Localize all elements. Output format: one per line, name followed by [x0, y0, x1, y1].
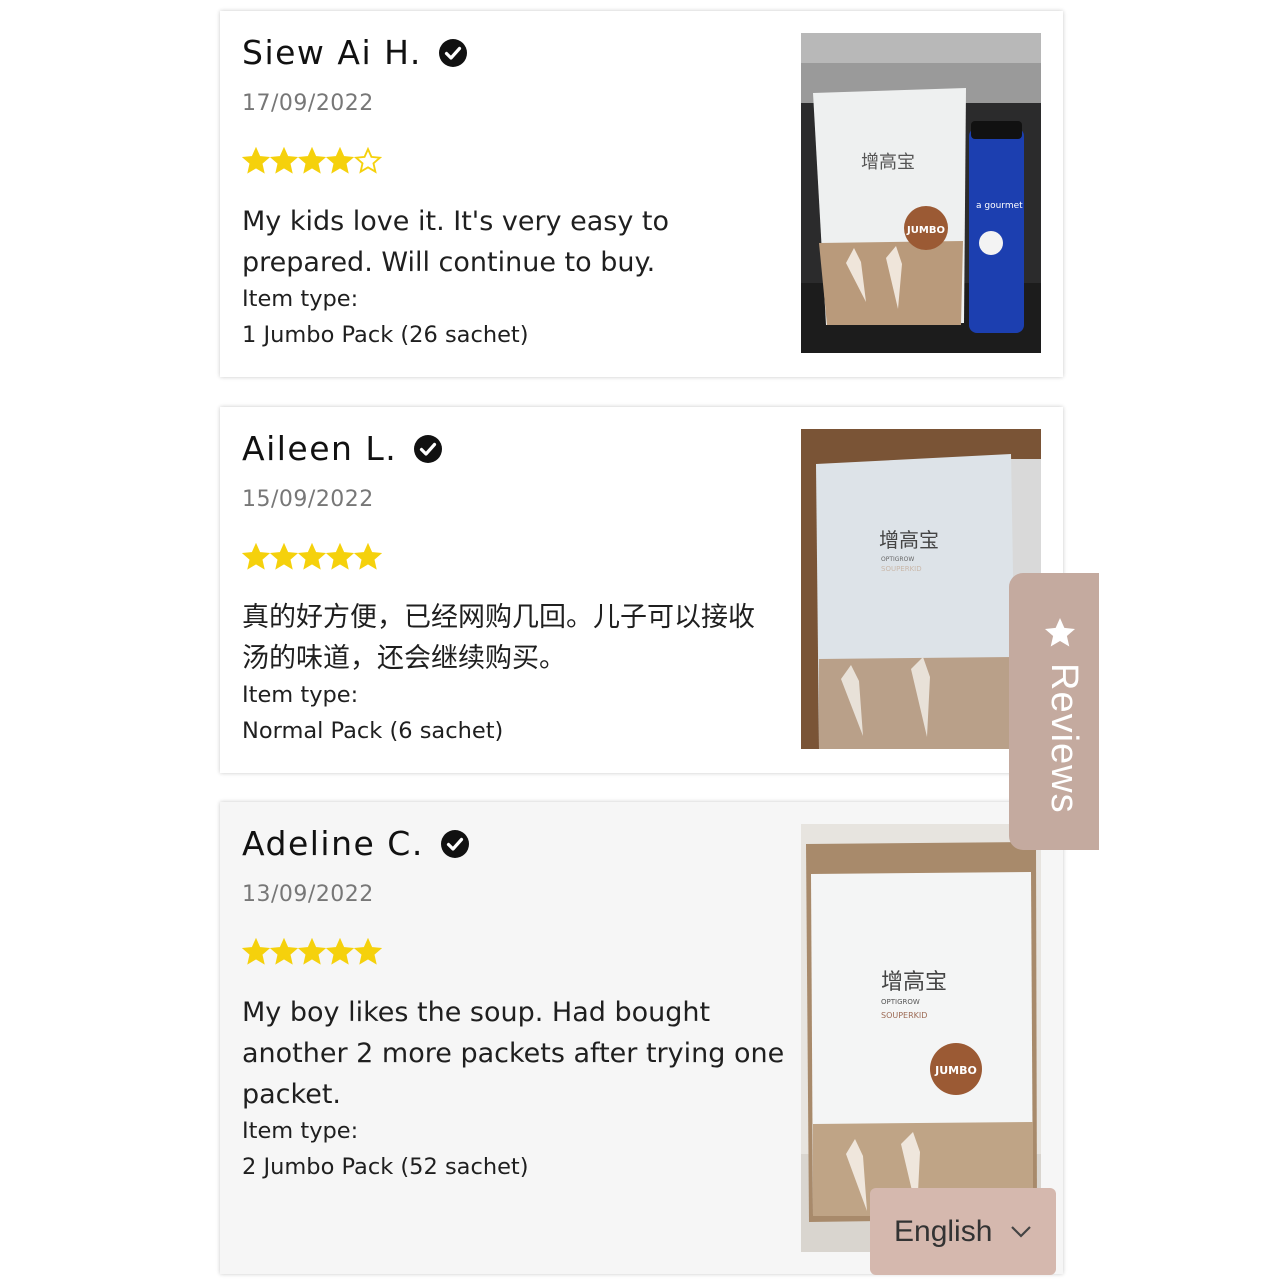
star-icon — [1045, 618, 1075, 647]
star-filled-icon — [242, 543, 270, 570]
svg-text:OPTIGROW: OPTIGROW — [881, 998, 920, 1006]
item-type-label: Item type: — [242, 682, 359, 708]
verified-check-icon — [414, 434, 443, 463]
star-filled-icon — [270, 543, 298, 570]
review-body: My boy likes the soup. Had bought anothe… — [242, 997, 785, 1110]
reviewer-name: Siew Ai H. — [242, 33, 422, 72]
rating-stars — [242, 543, 382, 571]
review-date: 15/09/2022 — [242, 487, 374, 512]
review-photo[interactable]: 增高宝 JUMBO a gourmet — [801, 33, 1041, 353]
star-filled-icon — [270, 938, 298, 965]
svg-text:OPTIGROW: OPTIGROW — [881, 556, 914, 563]
verified-check-icon — [438, 38, 467, 67]
reviews-floating-tab[interactable]: Reviews — [1009, 573, 1099, 850]
reviewer-name-row: Siew Ai H. — [242, 33, 468, 72]
review-date: 17/09/2022 — [242, 91, 374, 116]
star-filled-icon — [326, 543, 354, 570]
svg-text:SOUPERKID: SOUPERKID — [881, 1011, 927, 1020]
rating-stars — [242, 147, 382, 175]
star-empty-icon — [354, 147, 382, 174]
star-filled-icon — [270, 147, 298, 174]
star-filled-icon — [298, 938, 326, 965]
item-type-value: 2 Jumbo Pack (52 sachet) — [242, 1154, 529, 1180]
rating-stars — [242, 938, 382, 966]
svg-text:JUMBO: JUMBO — [906, 225, 945, 236]
svg-text:a gourmet: a gourmet — [976, 201, 1023, 211]
review-date: 13/09/2022 — [242, 882, 374, 907]
star-filled-icon — [298, 147, 326, 174]
item-type-label: Item type: — [242, 286, 359, 312]
item-type-label: Item type: — [242, 1118, 359, 1144]
svg-text:增高宝: 增高宝 — [861, 152, 915, 173]
review-card: Siew Ai H. 17/09/2022 My kids love it. I… — [220, 11, 1063, 377]
star-filled-icon — [326, 938, 354, 965]
svg-text:增高宝: 增高宝 — [879, 528, 939, 552]
reviewer-name-row: Aileen L. — [242, 429, 443, 468]
review-body: My kids love it. It's very easy to prepa… — [242, 206, 669, 278]
star-filled-icon — [242, 938, 270, 965]
review-body: 真的好方便，已经网购几回。儿子可以接收汤的味道，还会继续购买。 — [242, 602, 755, 674]
review-photo[interactable]: 增高宝 OPTIGROW SOUPERKID — [801, 429, 1041, 749]
review-card: Aileen L. 15/09/2022 真的好方便，已经网购几回。儿子可以接收… — [220, 407, 1063, 773]
star-filled-icon — [298, 543, 326, 570]
svg-text:JUMBO: JUMBO — [934, 1064, 977, 1077]
reviewer-name: Adeline C. — [242, 824, 424, 863]
chevron-down-icon — [1011, 1225, 1032, 1238]
reviews-tab-label: Reviews — [1043, 663, 1085, 814]
item-type-value: Normal Pack (6 sachet) — [242, 718, 504, 744]
language-selector-value: English — [894, 1214, 993, 1248]
language-selector[interactable]: English — [870, 1188, 1056, 1275]
svg-text:增高宝: 增高宝 — [881, 970, 947, 995]
star-filled-icon — [242, 147, 270, 174]
star-filled-icon — [326, 147, 354, 174]
star-filled-icon — [354, 938, 382, 965]
item-type-value: 1 Jumbo Pack (26 sachet) — [242, 322, 529, 348]
verified-check-icon — [440, 829, 469, 858]
reviewer-name-row: Adeline C. — [242, 824, 470, 863]
reviewer-name: Aileen L. — [242, 429, 398, 468]
svg-text:SOUPERKID: SOUPERKID — [881, 565, 922, 573]
star-filled-icon — [354, 543, 382, 570]
